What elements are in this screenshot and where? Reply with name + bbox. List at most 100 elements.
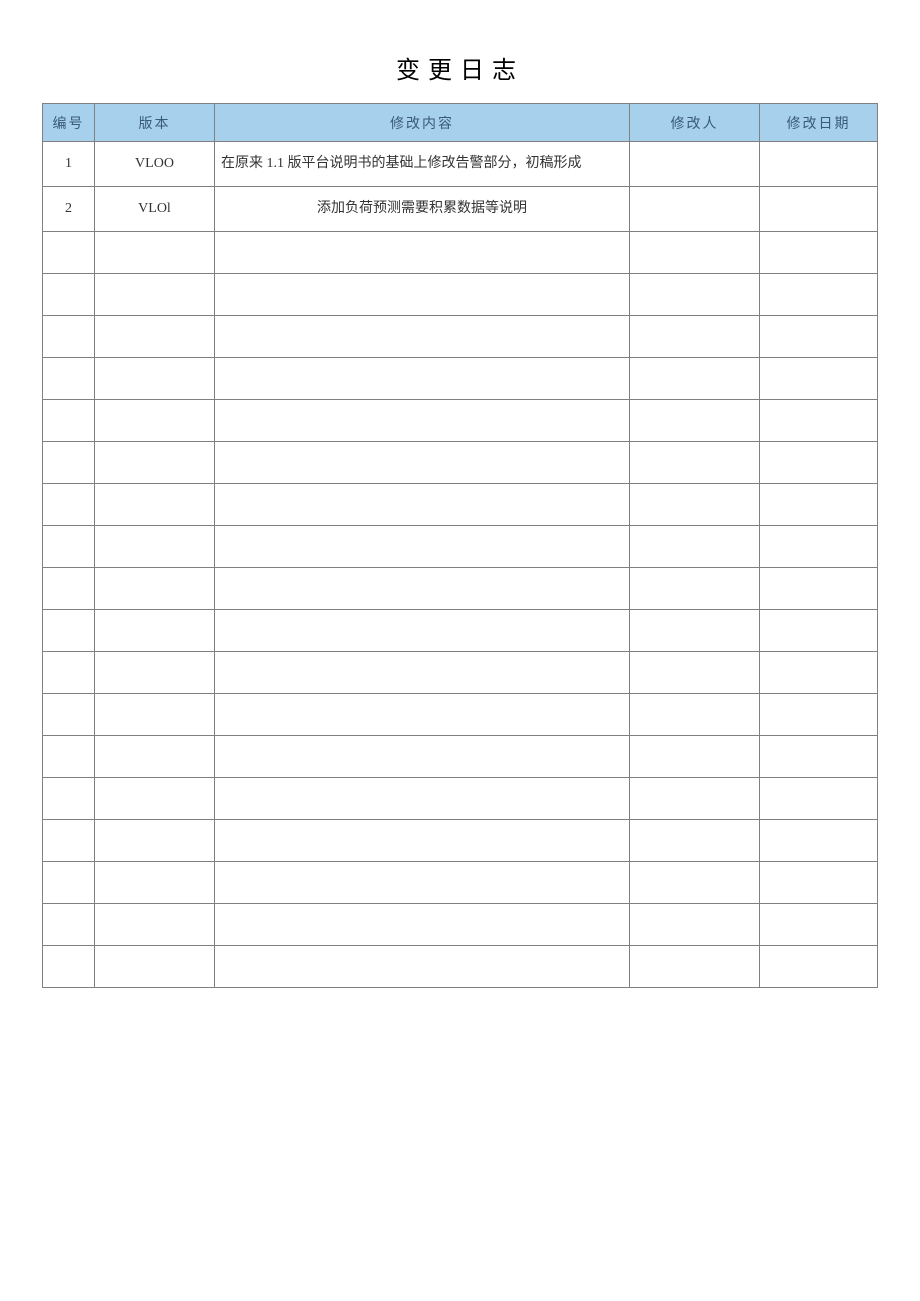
table-row (43, 946, 878, 988)
cell-date (760, 484, 878, 526)
cell-version (95, 862, 215, 904)
table-row: 2VLOl添加负荷预测需要积累数据等说明 (43, 187, 878, 232)
cell-author (630, 904, 760, 946)
table-row (43, 568, 878, 610)
cell-id (43, 316, 95, 358)
cell-author (630, 274, 760, 316)
cell-version (95, 694, 215, 736)
cell-id (43, 778, 95, 820)
cell-author (630, 187, 760, 232)
cell-id (43, 946, 95, 988)
cell-version (95, 778, 215, 820)
cell-date (760, 904, 878, 946)
cell-content (215, 484, 630, 526)
cell-version (95, 652, 215, 694)
col-header-version: 版本 (95, 104, 215, 142)
cell-id (43, 568, 95, 610)
cell-id (43, 652, 95, 694)
cell-author (630, 442, 760, 484)
cell-author (630, 316, 760, 358)
cell-version (95, 820, 215, 862)
cell-content (215, 274, 630, 316)
cell-id (43, 610, 95, 652)
cell-id (43, 484, 95, 526)
cell-author (630, 232, 760, 274)
col-header-date: 修改日期 (760, 104, 878, 142)
cell-version (95, 316, 215, 358)
cell-date (760, 316, 878, 358)
cell-date (760, 610, 878, 652)
cell-date (760, 736, 878, 778)
cell-date (760, 568, 878, 610)
table-row (43, 400, 878, 442)
table-row (43, 484, 878, 526)
cell-version: VLOO (95, 142, 215, 187)
cell-date (760, 946, 878, 988)
cell-id (43, 862, 95, 904)
cell-version (95, 400, 215, 442)
cell-id (43, 526, 95, 568)
cell-version (95, 736, 215, 778)
cell-content (215, 442, 630, 484)
cell-content (215, 904, 630, 946)
table-row (43, 274, 878, 316)
cell-content (215, 652, 630, 694)
changelog-table: 编号 版本 修改内容 修改人 修改日期 1VLOO在原来 1.1 版平台说明书的… (42, 103, 878, 988)
cell-date (760, 400, 878, 442)
cell-date (760, 232, 878, 274)
cell-content: 在原来 1.1 版平台说明书的基础上修改告警部分，初稿形成 (215, 142, 630, 187)
table-row (43, 904, 878, 946)
col-header-author: 修改人 (630, 104, 760, 142)
cell-id (43, 694, 95, 736)
cell-version (95, 610, 215, 652)
cell-version (95, 946, 215, 988)
table-row (43, 778, 878, 820)
cell-author (630, 946, 760, 988)
cell-version (95, 274, 215, 316)
cell-version (95, 904, 215, 946)
table-body: 1VLOO在原来 1.1 版平台说明书的基础上修改告警部分，初稿形成2VLOl添… (43, 142, 878, 988)
cell-id: 2 (43, 187, 95, 232)
cell-author (630, 526, 760, 568)
cell-id (43, 820, 95, 862)
cell-author (630, 862, 760, 904)
cell-content (215, 232, 630, 274)
cell-content (215, 610, 630, 652)
cell-date (760, 142, 878, 187)
cell-date (760, 694, 878, 736)
cell-content (215, 400, 630, 442)
cell-content (215, 358, 630, 400)
cell-content (215, 316, 630, 358)
table-row (43, 862, 878, 904)
cell-version (95, 484, 215, 526)
cell-content: 添加负荷预测需要积累数据等说明 (215, 187, 630, 232)
page-title: 变更日志 (42, 50, 878, 85)
cell-version (95, 568, 215, 610)
cell-id (43, 736, 95, 778)
cell-date (760, 778, 878, 820)
cell-content (215, 946, 630, 988)
cell-author (630, 484, 760, 526)
cell-id (43, 274, 95, 316)
cell-content (215, 862, 630, 904)
cell-author (630, 142, 760, 187)
table-row (43, 232, 878, 274)
cell-content (215, 736, 630, 778)
cell-id: 1 (43, 142, 95, 187)
cell-id (43, 232, 95, 274)
table-row (43, 526, 878, 568)
cell-author (630, 400, 760, 442)
table-row (43, 442, 878, 484)
cell-version (95, 526, 215, 568)
cell-date (760, 187, 878, 232)
cell-date (760, 820, 878, 862)
table-row (43, 358, 878, 400)
cell-id (43, 400, 95, 442)
cell-author (630, 694, 760, 736)
table-row (43, 820, 878, 862)
cell-content (215, 526, 630, 568)
cell-author (630, 778, 760, 820)
table-row (43, 316, 878, 358)
cell-content (215, 820, 630, 862)
table-row (43, 652, 878, 694)
